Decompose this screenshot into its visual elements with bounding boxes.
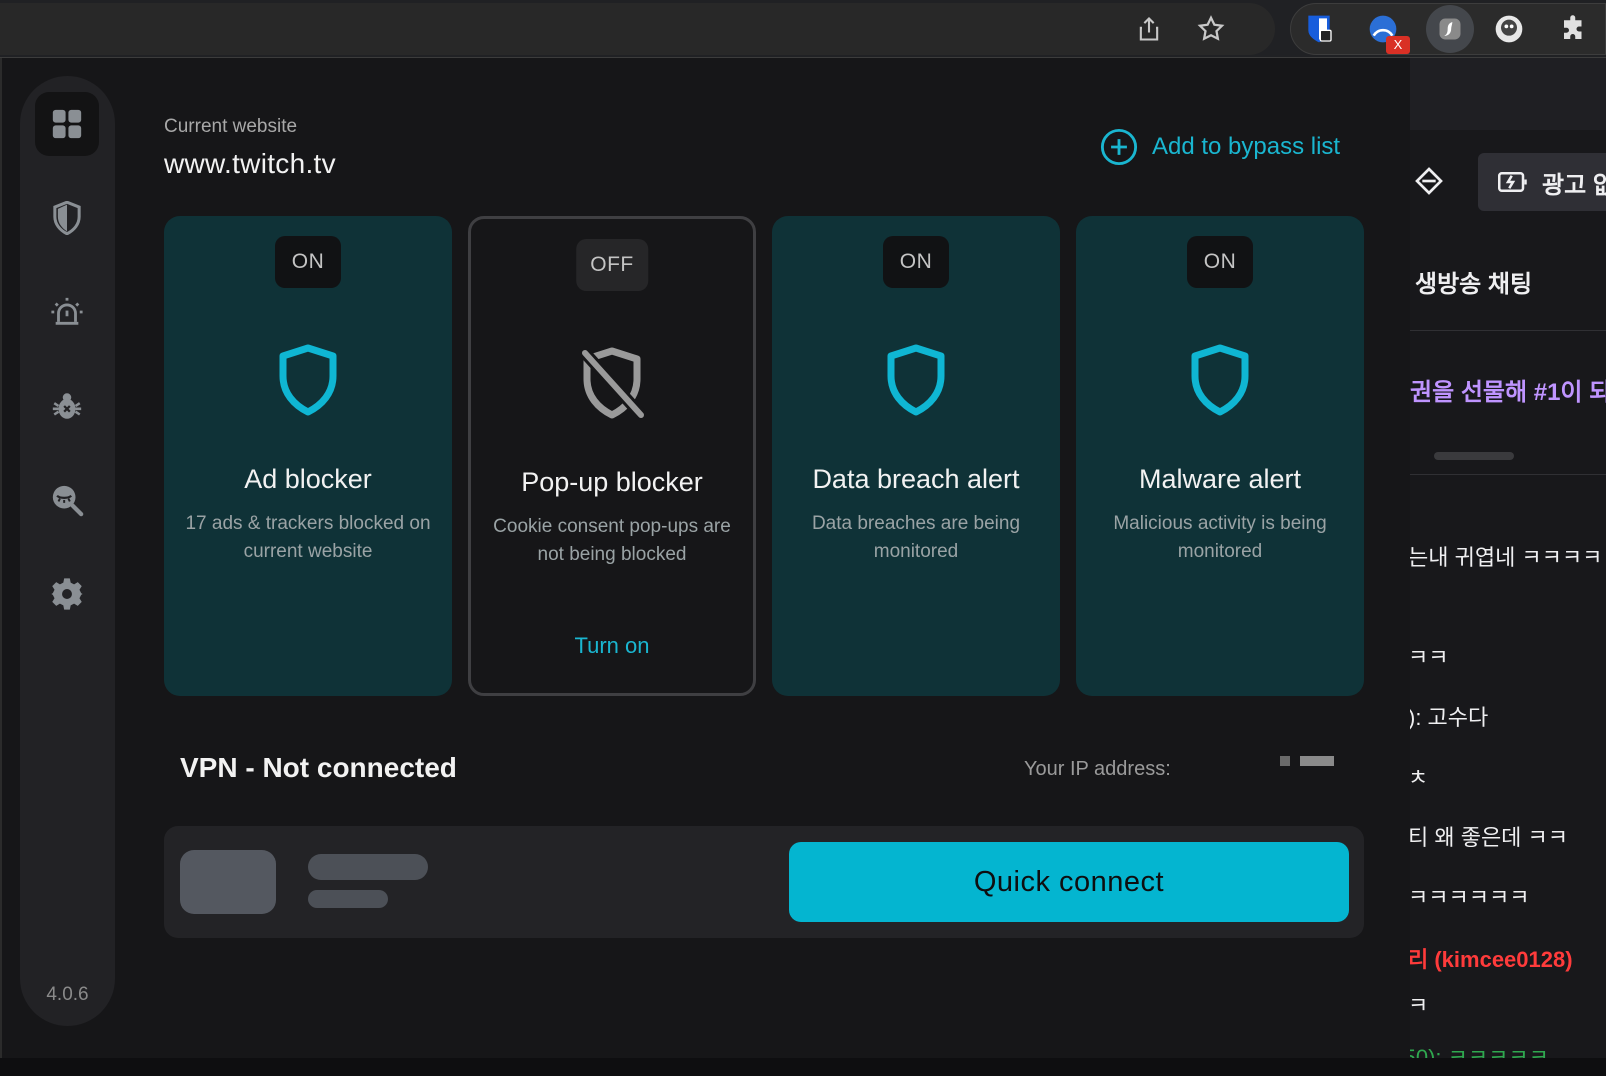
version-label: 4.0.6 xyxy=(46,984,89,1005)
bookmark-star-icon[interactable] xyxy=(1192,10,1230,48)
chat-message: ㅋ xyxy=(1408,993,1429,1018)
status-badge: ON xyxy=(275,236,341,288)
card-title: Malware alert xyxy=(1138,464,1302,494)
card-title: Data breach alert xyxy=(812,464,1020,494)
share-icon[interactable] xyxy=(1130,10,1168,48)
shield-icon xyxy=(279,344,337,416)
search-privacy-icon xyxy=(52,485,84,517)
browser-toolbar: X xyxy=(0,0,1606,58)
gift-banner[interactable]: 권을 선물해 #1이 되 xyxy=(1410,372,1606,407)
chat-message: 티 왜 좋은데 ㅋㅋ xyxy=(1408,825,1569,850)
surfshark-popup: 4.0.6 Current website www.twitch.tv Add … xyxy=(0,58,1410,1058)
card-title: Ad blocker xyxy=(244,464,372,494)
card-title: Pop-up blocker xyxy=(521,467,703,497)
popup-blocker-card[interactable]: OFF Pop-up blocker Cookie consent pop-up… xyxy=(468,216,756,696)
bitwarden-extension-icon[interactable] xyxy=(1300,10,1338,48)
quick-connect-button[interactable]: Quick connect xyxy=(789,842,1349,922)
add-to-bypass-button[interactable]: Add to bypass list xyxy=(1100,128,1340,166)
location-detail-placeholder xyxy=(308,890,388,908)
ghostery-extension-icon[interactable] xyxy=(1490,10,1528,48)
shield-off-icon xyxy=(580,347,645,419)
card-description: 17 ads & trackers blocked on current web… xyxy=(185,513,431,562)
chat-header: 생방송 채팅 xyxy=(1415,271,1533,298)
sidebar-item-alternative-id[interactable] xyxy=(35,468,99,532)
chat-message: ㅊ xyxy=(1408,765,1429,790)
ip-address-value-masked xyxy=(1280,756,1334,766)
surfshark-extension-icon[interactable] xyxy=(1426,5,1474,53)
current-website-domain: www.twitch.tv xyxy=(164,148,336,179)
chat-message: ㅋㅋ xyxy=(1408,645,1449,670)
dashboard-grid-icon xyxy=(52,109,82,139)
location-name-placeholder xyxy=(308,854,428,880)
location-flag-placeholder xyxy=(180,850,276,914)
sidebar-item-dashboard[interactable] xyxy=(35,92,99,156)
turn-on-button[interactable]: Turn on xyxy=(471,633,753,659)
current-website-label: Current website xyxy=(164,116,298,137)
status-badge: ON xyxy=(883,236,949,288)
alarm-siren-icon xyxy=(51,297,83,325)
sidebar: 4.0.6 xyxy=(20,76,115,1026)
battery-icon xyxy=(1498,172,1527,192)
sidebar-item-alerts[interactable] xyxy=(35,280,99,344)
sidebar-item-settings[interactable] xyxy=(35,562,99,626)
sidebar-item-ad-blocker[interactable] xyxy=(35,186,99,250)
address-bar-end xyxy=(0,3,1275,55)
prime-crown-icon[interactable] xyxy=(1410,162,1448,200)
bypass-label: Add to bypass list xyxy=(1152,133,1341,160)
card-description: Data breaches are being monitored xyxy=(811,513,1021,562)
sidebar-item-antivirus[interactable] xyxy=(35,374,99,438)
vpn-status-title: VPN - Not connected xyxy=(180,752,457,783)
divider xyxy=(1382,474,1606,475)
plus-circle-icon xyxy=(1100,128,1138,166)
chat-username[interactable]: 리 (kimcee0128) xyxy=(1408,942,1573,974)
status-badge: OFF xyxy=(576,239,648,291)
card-description: Malicious activity is being monitored xyxy=(1113,513,1327,562)
extension-badge: X xyxy=(1386,36,1410,54)
ad-blocker-card[interactable]: ON Ad blocker 17 ads & trackers blocked … xyxy=(164,216,452,696)
shield-icon xyxy=(887,344,945,416)
ad-free-button[interactable]: 광고 없 xyxy=(1478,153,1606,211)
gear-icon xyxy=(51,578,83,610)
ad-free-label: 광고 없 xyxy=(1542,171,1606,199)
shield-icon xyxy=(1191,344,1249,416)
vpn-location-panel: Quick connect xyxy=(164,826,1364,938)
divider xyxy=(1382,330,1606,331)
chat-message: 는내 귀엽네 ㅋㅋㅋㅋ xyxy=(1408,545,1603,570)
ip-address-label: Your IP address: xyxy=(1024,758,1171,780)
chat-message: ㅋㅋㅋㅋㅋㅋ xyxy=(1408,885,1530,910)
speed-extension-icon[interactable]: X xyxy=(1364,10,1410,54)
twitch-topbar xyxy=(1382,58,1606,130)
page-bottom xyxy=(0,1058,1606,1076)
puzzle-extensions-icon[interactable] xyxy=(1555,10,1593,48)
bug-icon xyxy=(52,393,82,419)
card-description: Cookie consent pop-ups are not being blo… xyxy=(493,516,731,565)
malware-alert-card[interactable]: ON Malware alert Malicious activity is b… xyxy=(1076,216,1364,696)
shield-icon xyxy=(53,201,81,235)
banner-progress xyxy=(1434,452,1514,460)
data-breach-alert-card[interactable]: ON Data breach alert Data breaches are b… xyxy=(772,216,1060,696)
chat-message: ): 고수다 xyxy=(1408,705,1489,730)
status-badge: ON xyxy=(1187,236,1253,288)
